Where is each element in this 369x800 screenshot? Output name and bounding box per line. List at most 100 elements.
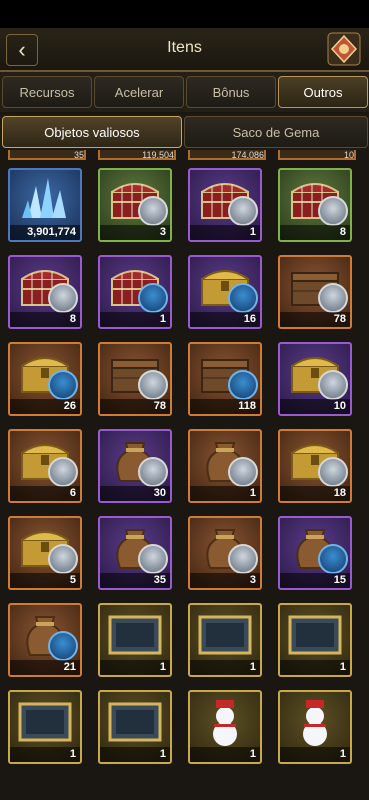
tab-acelerar[interactable]: Acelerar	[94, 76, 184, 108]
item-slot[interactable]: 35	[98, 516, 172, 590]
item-slot[interactable]: 1	[278, 690, 352, 764]
items-grid: 35 119,504 174,086 10 3,901,774 3 1 8 8 1 16 78…	[0, 150, 369, 800]
item-count: 6	[10, 486, 80, 501]
item-count: 1	[280, 747, 350, 762]
snowman-icon	[286, 696, 344, 748]
item-count: 15	[280, 573, 350, 588]
snowman-icon	[196, 696, 254, 748]
item-count: 21	[10, 660, 80, 675]
helm-icon	[48, 283, 78, 313]
item-count: 78	[280, 312, 350, 327]
hood-icon	[228, 283, 258, 313]
item-slot[interactable]: 1	[278, 603, 352, 677]
item-slot[interactable]: 8	[8, 255, 82, 329]
frame-icon	[106, 696, 164, 748]
item-slot[interactable]: 78	[278, 255, 352, 329]
item-slot[interactable]: 3,901,774	[8, 168, 82, 242]
category-tabs: Recursos Acelerar Bônus Outros	[0, 72, 369, 112]
item-slot[interactable]: 1	[98, 255, 172, 329]
helm-icon	[228, 196, 258, 226]
item-slot[interactable]: 10	[278, 342, 352, 416]
item-slot[interactable]: 16	[188, 255, 262, 329]
page-title: Itens	[167, 39, 202, 56]
item-count: 5	[10, 573, 80, 588]
item-count: 10	[280, 399, 350, 414]
tab-outros[interactable]: Outros	[278, 76, 368, 108]
item-slot[interactable]: 18	[278, 429, 352, 503]
helm-icon	[138, 544, 168, 574]
frame-icon	[16, 696, 74, 748]
hood-icon	[48, 370, 78, 400]
tab-bonus[interactable]: Bônus	[186, 76, 276, 108]
item-count: 1	[100, 747, 170, 762]
item-slot[interactable]: 118	[188, 342, 262, 416]
helm-icon	[138, 457, 168, 487]
item-count: 3	[190, 573, 260, 588]
item-count: 1	[280, 660, 350, 675]
item-slot[interactable]: 21	[8, 603, 82, 677]
item-count: 1	[190, 486, 260, 501]
item-count: 35	[100, 573, 170, 588]
header: ‹ Itens	[0, 28, 369, 72]
item-count: 30	[100, 486, 170, 501]
subcategory-tabs: Objetos valiosos Saco de Gema	[0, 114, 369, 150]
item-slot[interactable]: 1	[188, 168, 262, 242]
item-slot[interactable]: 8	[278, 168, 352, 242]
frame-icon	[106, 609, 164, 661]
item-count: 18	[280, 486, 350, 501]
item-slot[interactable]: 6	[8, 429, 82, 503]
crystal-icon	[16, 174, 74, 226]
helm-icon	[138, 370, 168, 400]
item-slot[interactable]: 1	[188, 603, 262, 677]
subtab-saco-de-gema[interactable]: Saco de Gema	[184, 116, 368, 148]
helm-icon	[228, 544, 258, 574]
item-count: 1	[100, 312, 170, 327]
item-count: 3	[100, 225, 170, 240]
item-slot[interactable]: 30	[98, 429, 172, 503]
item-slot[interactable]: 1	[98, 603, 172, 677]
helm-icon	[48, 457, 78, 487]
item-slot[interactable]: 1	[8, 690, 82, 764]
partial-item[interactable]: 35	[8, 150, 86, 160]
frame-icon	[196, 609, 254, 661]
frame-icon	[286, 609, 344, 661]
item-count: 1	[100, 660, 170, 675]
item-slot[interactable]: 78	[98, 342, 172, 416]
item-slot[interactable]: 3	[98, 168, 172, 242]
partial-item[interactable]: 10	[278, 150, 356, 160]
item-count: 1	[10, 747, 80, 762]
item-count: 3,901,774	[10, 225, 80, 240]
item-slot[interactable]: 5	[8, 516, 82, 590]
subtab-objetos-valiosos[interactable]: Objetos valiosos	[2, 116, 182, 148]
hood-icon	[48, 631, 78, 661]
tab-recursos[interactable]: Recursos	[2, 76, 92, 108]
profile-avatar-icon[interactable]	[327, 32, 361, 66]
item-count: 1	[190, 225, 260, 240]
hood-icon	[228, 370, 258, 400]
item-count: 1	[190, 747, 260, 762]
item-count: 118	[190, 399, 260, 414]
item-slot[interactable]: 3	[188, 516, 262, 590]
helm-icon	[318, 457, 348, 487]
partial-item[interactable]: 174,086	[188, 150, 266, 160]
item-count: 1	[190, 660, 260, 675]
status-bar	[0, 0, 369, 28]
helm-icon	[48, 544, 78, 574]
hood-icon	[318, 544, 348, 574]
item-slot[interactable]: 15	[278, 516, 352, 590]
item-count: 78	[100, 399, 170, 414]
item-slot[interactable]: 1	[188, 690, 262, 764]
item-slot[interactable]: 26	[8, 342, 82, 416]
helm-icon	[318, 196, 348, 226]
helm-icon	[318, 370, 348, 400]
item-count: 8	[280, 225, 350, 240]
item-slot[interactable]: 1	[188, 429, 262, 503]
helm-icon	[138, 196, 168, 226]
item-slot[interactable]: 1	[98, 690, 172, 764]
helm-icon	[318, 283, 348, 313]
helm-icon	[228, 457, 258, 487]
partial-item[interactable]: 119,504	[98, 150, 176, 160]
item-count: 26	[10, 399, 80, 414]
item-count: 8	[10, 312, 80, 327]
item-count: 16	[190, 312, 260, 327]
